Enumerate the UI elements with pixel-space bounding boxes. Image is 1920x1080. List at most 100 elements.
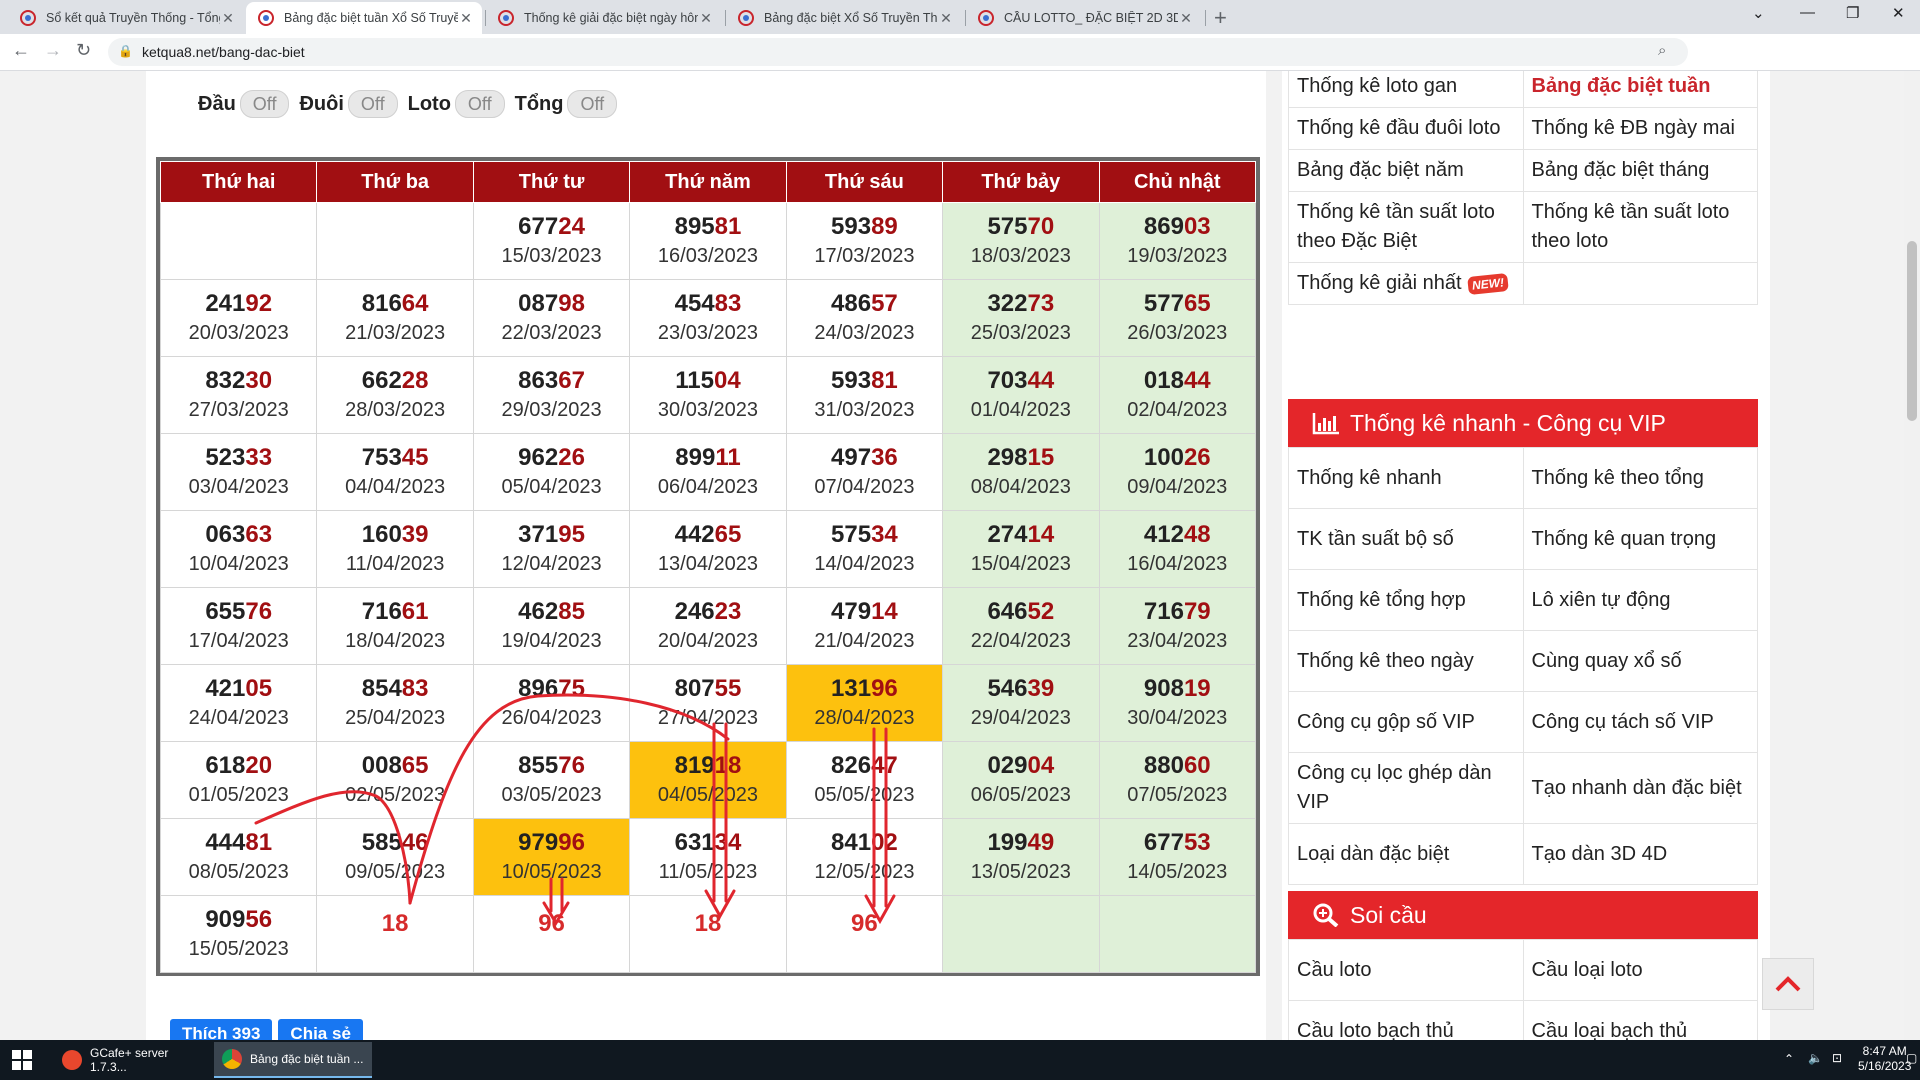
sidebar-link[interactable]: Cùng quay xổ số bbox=[1522, 630, 1758, 692]
table-cell: 16039 11/04/2023 bbox=[316, 510, 474, 588]
page-scrollbar[interactable] bbox=[1904, 71, 1920, 1040]
list-item: Công cụ lọc ghép dàn VIP Tạo nhanh dàn đặ… bbox=[1288, 752, 1758, 824]
lock-icon[interactable]: 🔒 bbox=[118, 44, 133, 58]
prize-number: 61820 bbox=[161, 751, 316, 781]
table-cell: 89675 26/04/2023 bbox=[472, 664, 631, 742]
new-tab-plus-icon[interactable]: + bbox=[1214, 5, 1227, 31]
prize-date: 24/04/2023 bbox=[188, 707, 289, 729]
windows-start-icon[interactable] bbox=[12, 1050, 32, 1070]
facebook-like-button[interactable]: Thích 393 bbox=[170, 1019, 273, 1040]
notification-icon[interactable]: ▢ bbox=[1906, 1051, 1917, 1065]
tab-2[interactable]: Bảng đặc biệt tuần Xổ Số Truyền ✕ bbox=[246, 2, 482, 34]
prize-number-tail: 14 bbox=[1027, 521, 1055, 548]
sidebar-link[interactable]: Bảng đặc biệt năm bbox=[1288, 149, 1524, 192]
sidebar-links-stats: Thống kê loto gan Bảng đặc biệt tuần Thốn… bbox=[1288, 71, 1758, 305]
sidebar-link[interactable]: Thống kê theo tổng bbox=[1522, 447, 1758, 509]
tab-4[interactable]: Bảng đặc biệt Xổ Số Truyền Thốn ✕ bbox=[726, 2, 962, 34]
toggle-duoi[interactable]: Off bbox=[347, 90, 398, 118]
sidebar-link[interactable]: Thống kê quan trọng bbox=[1522, 508, 1758, 570]
clock[interactable]: 8:47 AM 5/16/2023 bbox=[1858, 1044, 1911, 1074]
table-cell: 00865 02/05/2023 bbox=[316, 741, 474, 819]
tab-search-chevron-icon[interactable]: ⌄ bbox=[1752, 4, 1765, 22]
taskbar-item-gcafe[interactable]: GCafe+ server 1.7.3... bbox=[54, 1042, 204, 1078]
back-arrow-icon[interactable]: ← bbox=[12, 40, 30, 61]
toggle-loto[interactable]: Off bbox=[454, 90, 505, 118]
sidebar-link[interactable]: Thống kê tổng hợp bbox=[1288, 569, 1524, 631]
prize-number-head: 199 bbox=[987, 829, 1028, 856]
close-icon[interactable]: ✕ bbox=[1178, 10, 1194, 27]
prize-number: 45483 bbox=[630, 289, 785, 319]
close-icon[interactable]: ✕ bbox=[698, 10, 714, 27]
sidebar-link[interactable]: Tạo dàn 3D 4D bbox=[1522, 823, 1758, 885]
zoom-icon[interactable]: ⌕ bbox=[1658, 42, 1666, 59]
sidebar-link[interactable]: Thống kê loto gan bbox=[1288, 71, 1524, 108]
sidebar-link[interactable]: Công cụ gộp số VIP bbox=[1288, 691, 1524, 753]
sidebar-link[interactable]: Công cụ tách số VIP bbox=[1522, 691, 1758, 753]
table-cell: 29815 08/04/2023 bbox=[942, 433, 1100, 511]
prize-number: 37195 bbox=[474, 520, 629, 550]
sidebar-link[interactable]: Cầu loto bbox=[1288, 939, 1524, 1001]
tab-title: CẦU LOTTO_ ĐẶC BIỆT 2D 3D 4D bbox=[1004, 11, 1178, 25]
scroll-to-top-button[interactable] bbox=[1762, 958, 1814, 1010]
toggle-dau[interactable]: Off bbox=[239, 90, 290, 118]
prize-number-head: 486 bbox=[831, 290, 872, 317]
sidebar-link[interactable]: Tạo nhanh dàn đặc biệt bbox=[1522, 752, 1758, 824]
prize-number-tail: 48 bbox=[1183, 521, 1211, 548]
prize-number-head: 322 bbox=[987, 290, 1028, 317]
sidebar-link[interactable]: Cầu loại loto bbox=[1522, 939, 1758, 1001]
prize-date: 09/05/2023 bbox=[345, 861, 446, 883]
prize-number-head: 100 bbox=[1143, 444, 1184, 471]
prize-number-tail: 28 bbox=[401, 367, 429, 394]
sidebar-link[interactable]: TK tần suất bộ số bbox=[1288, 508, 1524, 570]
sidebar-link[interactable]: Bảng đặc biệt tháng bbox=[1522, 149, 1758, 192]
close-icon[interactable]: ✕ bbox=[220, 10, 236, 27]
tab-3[interactable]: Thống kê giải đặc biệt ngày hôm ✕ bbox=[486, 2, 722, 34]
table-cell: 47914 21/04/2023 bbox=[785, 587, 944, 665]
forward-arrow-icon[interactable]: → bbox=[44, 40, 62, 61]
table-cell: 96226 05/04/2023 bbox=[472, 433, 631, 511]
sidebar-link[interactable]: Thống kê theo ngày bbox=[1288, 630, 1524, 692]
restore-icon[interactable]: ❐ bbox=[1846, 4, 1859, 22]
prize-number-head: 899 bbox=[675, 444, 716, 471]
taskbar-item-chrome[interactable]: Bảng đặc biệt tuần ... bbox=[214, 1042, 372, 1078]
tab-1[interactable]: Sổ kết quả Truyền Thống - Tổng ✕ bbox=[8, 2, 244, 34]
toggle-tong[interactable]: Off bbox=[567, 90, 618, 118]
bar-chart-icon bbox=[1312, 413, 1339, 435]
sidebar-link[interactable]: Thống kê tần suất loto theo loto bbox=[1522, 191, 1758, 263]
tab-5[interactable]: CẦU LOTTO_ ĐẶC BIỆT 2D 3D 4D✕ bbox=[966, 2, 1202, 34]
url-text[interactable]: ketqua8.net/bang-dac-biet bbox=[142, 44, 305, 60]
sidebar-link[interactable]: Thống kê giải nhất NEW! bbox=[1288, 262, 1524, 305]
sidebar-link-active[interactable]: Bảng đặc biệt tuần bbox=[1522, 71, 1758, 108]
prize-number-tail: 65 bbox=[401, 752, 429, 779]
prize-number: 10026 bbox=[1100, 443, 1255, 473]
facebook-share-button[interactable]: Chia sẻ bbox=[278, 1019, 363, 1040]
sidebar-link[interactable]: Cầu loại bạch thủ bbox=[1522, 1000, 1758, 1040]
close-icon[interactable]: ✕ bbox=[938, 10, 954, 27]
prize-number: 81918 bbox=[630, 751, 785, 781]
sidebar-link[interactable]: Loại dàn đặc biệt bbox=[1288, 823, 1524, 885]
sidebar-link[interactable]: Lô xiên tự động bbox=[1522, 569, 1758, 631]
address-bar[interactable]: 🔒 ketqua8.net/bang-dac-biet ⌕ bbox=[108, 38, 1688, 66]
window-close-icon[interactable]: ✕ bbox=[1892, 4, 1905, 22]
table-cell: 97996 10/05/2023 bbox=[472, 818, 631, 896]
sidebar-link[interactable]: Thống kê nhanh bbox=[1288, 447, 1524, 509]
scrollbar-thumb[interactable] bbox=[1907, 241, 1917, 421]
tray-chevron-up-icon[interactable]: ⌃ bbox=[1784, 1052, 1794, 1066]
close-icon[interactable]: ✕ bbox=[458, 10, 474, 27]
prize-date: 20/03/2023 bbox=[188, 322, 289, 344]
prize-number: 08798 bbox=[474, 289, 629, 319]
prize-number-head: 115 bbox=[675, 367, 714, 394]
sidebar-link[interactable]: Thống kê ĐB ngày mai bbox=[1522, 107, 1758, 150]
sidebar-link[interactable]: Thống kê tần suất loto theo Đặc Biệt bbox=[1288, 191, 1524, 263]
speaker-icon[interactable]: 🔈 bbox=[1808, 1051, 1823, 1065]
table-cell: 81918 04/05/2023 bbox=[629, 741, 787, 819]
sidebar-link[interactable]: Công cụ lọc ghép dàn VIP bbox=[1288, 752, 1524, 824]
column-header: Thứ hai bbox=[159, 161, 318, 203]
sidebar-link[interactable]: Cầu loto bạch thủ bbox=[1288, 1000, 1524, 1040]
minimize-icon[interactable]: — bbox=[1800, 4, 1815, 21]
reload-icon[interactable]: ↻ bbox=[76, 40, 91, 61]
network-icon[interactable]: ⊡ bbox=[1832, 1051, 1842, 1065]
sidebar-link[interactable]: Thống kê đầu đuôi loto bbox=[1288, 107, 1524, 150]
column-header: Thứ sáu bbox=[785, 161, 944, 203]
table-row: 83230 27/03/2023 66228 28/03/2023 86367 29/03… bbox=[159, 356, 1257, 434]
